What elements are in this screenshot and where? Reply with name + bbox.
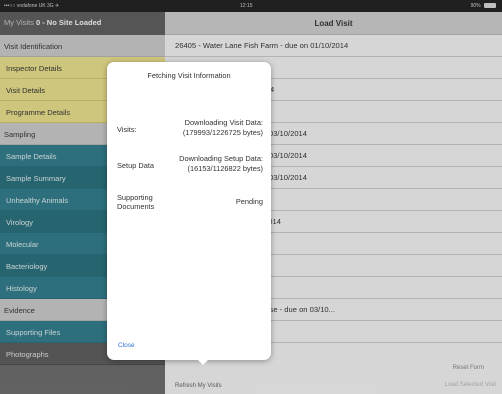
supporting-documents-status: Pending	[235, 197, 263, 206]
visits-progress-line1: Downloading Visit Data:	[184, 118, 263, 127]
setup-progress-line1: Downloading Setup Data:	[179, 154, 263, 163]
visits-progress-line2: (179993/1226725 bytes)	[182, 128, 263, 137]
supporting-documents-label: Supporting Documents	[117, 193, 154, 211]
supporting-documents-line1: Supporting	[117, 193, 153, 202]
setup-progress-line2: (16153/1126822 bytes)	[187, 164, 263, 173]
supporting-documents-line2: Documents	[117, 202, 155, 211]
setup-data-progress: Downloading Setup Data: (16153/1126822 b…	[179, 154, 263, 174]
close-button[interactable]: Close	[118, 342, 135, 349]
visits-label: Visits:	[117, 125, 137, 134]
fetching-visit-popover: Fetching Visit Information Visits: Downl…	[107, 62, 271, 365]
popover-title: Fetching Visit Information	[147, 71, 231, 80]
popover-arrow	[196, 358, 210, 365]
setup-data-label: Setup Data	[117, 161, 154, 170]
visits-progress: Downloading Visit Data: (179993/1226725 …	[183, 118, 263, 138]
